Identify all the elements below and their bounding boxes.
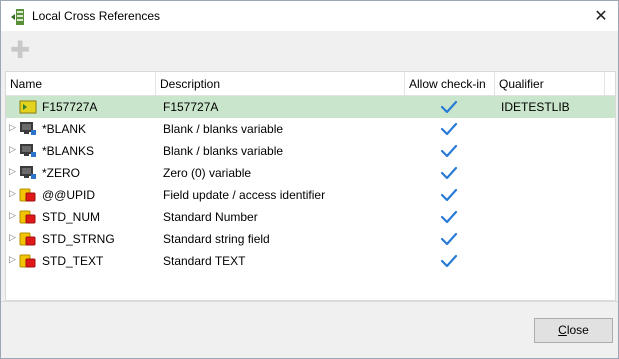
table-row[interactable]: ▷ *ZERO Zero (0) variable [6,162,615,184]
column-header-qualifier[interactable]: Qualifier [495,72,605,95]
close-icon[interactable]: ✕ [584,1,618,31]
checkmark-icon[interactable] [440,144,458,158]
add-reference-button[interactable]: ✚ [9,36,31,64]
checkmark-icon[interactable] [440,100,458,114]
close-button-label: lose [566,323,589,337]
name-cell: @@UPID [42,188,96,202]
cross-reference-grid: Name Description Allow check-in Qualifie… [5,71,616,301]
description-cell: F157727A [163,100,219,114]
expand-icon[interactable]: ▷ [9,255,16,265]
table-row[interactable]: ▷ STD_STRNG Standard string field [6,228,615,250]
name-cell: *BLANKS [42,144,95,158]
description-cell: Standard string field [163,232,270,246]
field-icon [19,187,37,203]
checkmark-icon[interactable] [440,166,458,180]
system-variable-icon [19,165,37,181]
table-row[interactable]: ▷ STD_NUM Standard Number [6,206,615,228]
checkmark-icon[interactable] [440,210,458,224]
expand-icon[interactable]: ▷ [9,211,16,221]
column-header-allow-checkin[interactable]: Allow check-in [405,72,495,95]
grid-header: Name Description Allow check-in Qualifie… [6,72,615,96]
footer-divider [1,301,618,302]
table-row[interactable]: F157727A F157727A IDETESTLIB [6,96,615,118]
checkmark-icon[interactable] [440,232,458,246]
expand-icon[interactable]: ▷ [9,167,16,177]
description-cell: Blank / blanks variable [163,122,284,136]
description-cell: Standard TEXT [163,254,246,268]
table-row[interactable]: ▷ @@UPID Field update / access identifier [6,184,615,206]
name-cell: *BLANK [42,122,87,136]
file-icon [19,99,37,115]
system-variable-icon [19,121,37,137]
description-cell: Zero (0) variable [163,166,252,180]
name-cell: STD_NUM [42,210,101,224]
plus-icon: ✚ [9,36,31,64]
close-button-mnemonic: C [558,323,567,337]
expand-icon[interactable]: ▷ [9,233,16,243]
checkmark-icon[interactable] [440,188,458,202]
checkmark-icon[interactable] [440,254,458,268]
dialog-window: Local Cross References ✕ ✚ Name Descript… [0,0,619,359]
name-cell: F157727A [42,100,98,114]
field-icon [19,209,37,225]
qualifier-cell: IDETESTLIB [501,100,570,114]
table-row[interactable]: ▷ *BLANK Blank / blanks variable [6,118,615,140]
close-button[interactable]: Close [534,318,613,343]
description-cell: Blank / blanks variable [163,144,284,158]
name-cell: STD_TEXT [42,254,104,268]
toolbar: ✚ [1,31,618,71]
expand-icon[interactable]: ▷ [9,123,16,133]
field-icon [19,231,37,247]
system-variable-icon [19,143,37,159]
checkmark-icon[interactable] [440,122,458,136]
description-cell: Standard Number [163,210,258,224]
table-row[interactable]: ▷ *BLANKS Blank / blanks variable [6,140,615,162]
name-cell: *ZERO [42,166,81,180]
title-bar: Local Cross References ✕ [1,1,618,31]
description-cell: Field update / access identifier [163,188,326,202]
column-header-description[interactable]: Description [156,72,405,95]
field-icon [19,253,37,269]
expand-icon[interactable]: ▷ [9,189,16,199]
name-cell: STD_STRNG [42,232,115,246]
table-row[interactable]: ▷ STD_TEXT Standard TEXT [6,250,615,272]
app-icon [11,9,24,25]
expand-icon[interactable]: ▷ [9,145,16,155]
column-header-name[interactable]: Name [6,72,156,95]
window-title: Local Cross References [32,9,161,23]
